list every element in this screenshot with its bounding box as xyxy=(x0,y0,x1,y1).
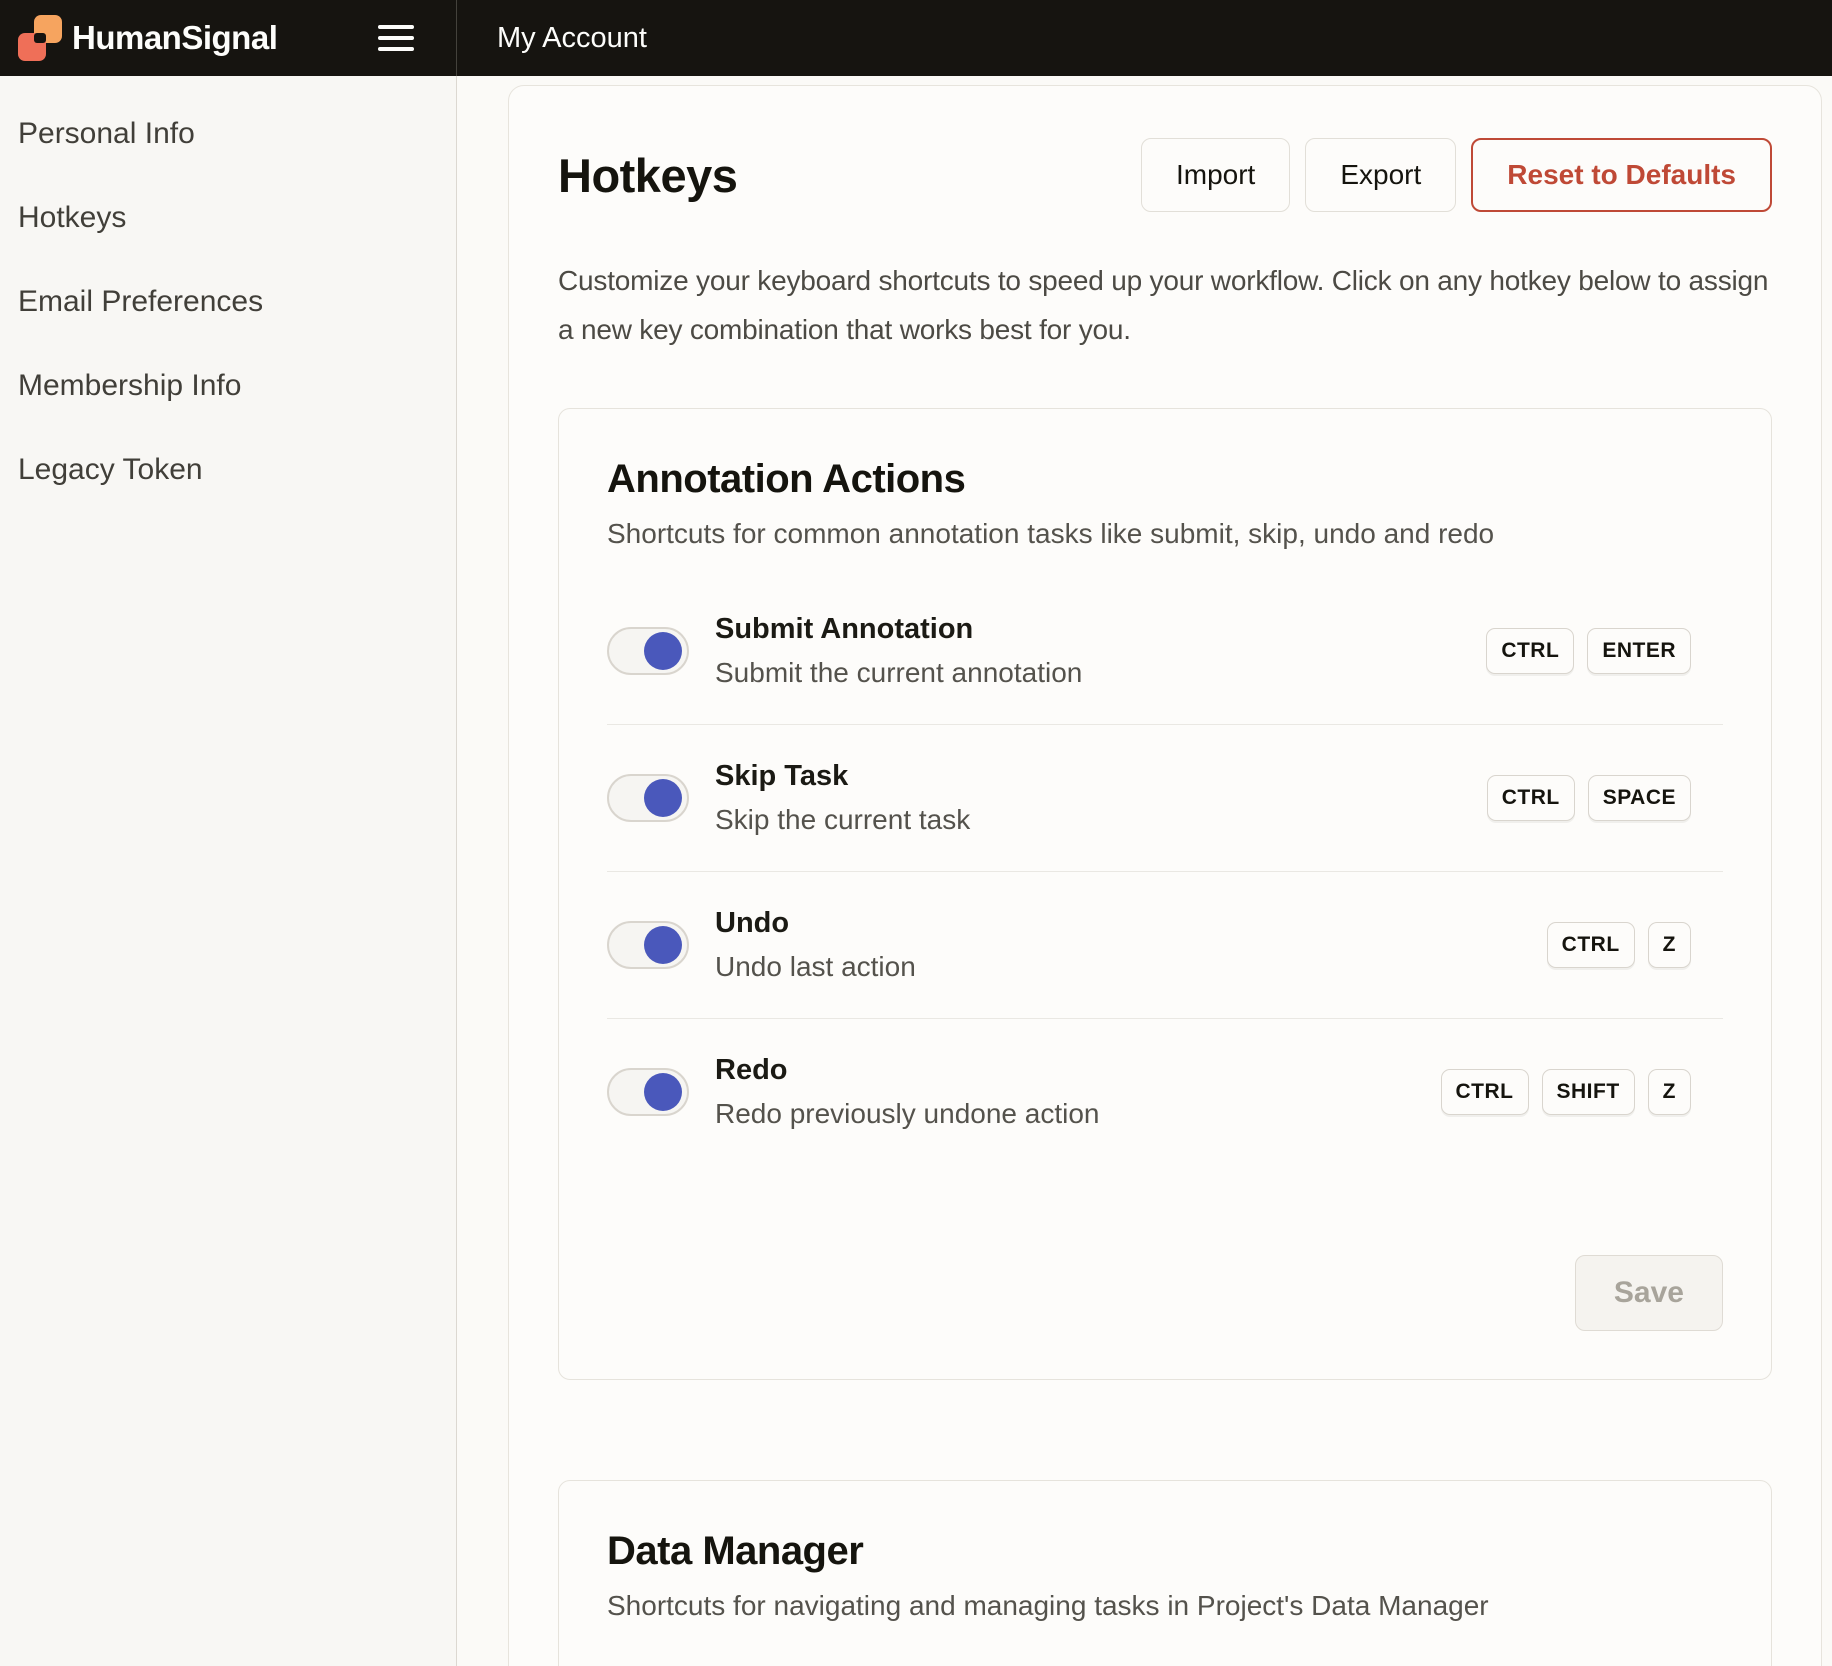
sidebar-item-label: Personal Info xyxy=(18,117,195,151)
sidebar-item-personal-info[interactable]: Personal Info xyxy=(0,92,456,176)
hotkey-row-submit-annotation: Submit Annotation Submit the current ann… xyxy=(607,578,1723,724)
hotkey-description: Skip the current task xyxy=(715,804,1461,836)
hotkey-keys: CTRL SHIFT Z xyxy=(1441,1069,1692,1115)
keycap-ctrl[interactable]: CTRL xyxy=(1487,775,1575,821)
hotkey-description: Undo last action xyxy=(715,951,1521,983)
topbar: HumanSignal My Account xyxy=(0,0,1832,76)
sidebar-item-membership-info[interactable]: Membership Info xyxy=(0,344,456,428)
main-content: Hotkeys Import Export Reset to Defaults … xyxy=(457,76,1832,1666)
hotkeys-description: Customize your keyboard shortcuts to spe… xyxy=(558,256,1772,354)
section-title: Data Manager xyxy=(607,1529,1723,1574)
page-title: My Account xyxy=(457,0,1832,76)
hotkey-description: Redo previously undone action xyxy=(715,1098,1415,1130)
toggle-redo[interactable] xyxy=(607,1068,689,1116)
sidebar: Personal Info Hotkeys Email Preferences … xyxy=(0,76,457,1666)
section-subtitle: Shortcuts for navigating and managing ta… xyxy=(607,1590,1723,1622)
sidebar-item-label: Membership Info xyxy=(18,369,241,403)
sidebar-item-label: Legacy Token xyxy=(18,453,203,487)
sidebar-item-legacy-token[interactable]: Legacy Token xyxy=(0,428,456,512)
keycap-ctrl[interactable]: CTRL xyxy=(1547,922,1635,968)
hotkey-title: Undo xyxy=(715,907,1521,940)
toggle-knob xyxy=(644,779,682,817)
hotkey-row-skip-task: Skip Task Skip the current task CTRL SPAC… xyxy=(607,724,1723,871)
sidebar-item-hotkeys[interactable]: Hotkeys xyxy=(0,176,456,260)
toggle-skip-task[interactable] xyxy=(607,774,689,822)
hotkey-keys: CTRL SPACE xyxy=(1487,775,1691,821)
section-subtitle: Shortcuts for common annotation tasks li… xyxy=(607,518,1723,550)
keycap-enter[interactable]: ENTER xyxy=(1587,628,1691,674)
topbar-brand-section: HumanSignal xyxy=(0,0,457,76)
brand-logo[interactable]: HumanSignal xyxy=(18,15,277,61)
keycap-z[interactable]: Z xyxy=(1648,922,1691,968)
save-button[interactable]: Save xyxy=(1575,1255,1723,1331)
import-button[interactable]: Import xyxy=(1141,138,1290,212)
toggle-submit-annotation[interactable] xyxy=(607,627,689,675)
keycap-z[interactable]: Z xyxy=(1648,1069,1691,1115)
hotkey-title: Redo xyxy=(715,1054,1415,1087)
hotkey-description: Submit the current annotation xyxy=(715,657,1460,689)
hotkey-title: Submit Annotation xyxy=(715,613,1460,646)
sidebar-item-label: Hotkeys xyxy=(18,201,126,235)
hotkey-row-redo: Redo Redo previously undone action CTRL S… xyxy=(607,1018,1723,1165)
hotkey-row-undo: Undo Undo last action CTRL Z xyxy=(607,871,1723,1018)
hotkeys-card: Hotkeys Import Export Reset to Defaults … xyxy=(508,85,1822,1666)
toggle-undo[interactable] xyxy=(607,921,689,969)
toggle-knob xyxy=(644,1073,682,1111)
humansignal-logo-icon xyxy=(18,15,62,61)
hotkeys-heading: Hotkeys xyxy=(558,148,737,203)
hamburger-icon[interactable] xyxy=(378,21,414,55)
keycap-ctrl[interactable]: CTRL xyxy=(1441,1069,1529,1115)
toggle-knob xyxy=(644,632,682,670)
section-title: Annotation Actions xyxy=(607,457,1723,502)
hotkey-keys: CTRL ENTER xyxy=(1486,628,1691,674)
section-card-annotation-actions: Annotation Actions Shortcuts for common … xyxy=(558,408,1772,1380)
keycap-space[interactable]: SPACE xyxy=(1588,775,1691,821)
export-button[interactable]: Export xyxy=(1305,138,1456,212)
reset-to-defaults-button[interactable]: Reset to Defaults xyxy=(1471,138,1772,212)
sidebar-item-label: Email Preferences xyxy=(18,285,263,319)
toggle-knob xyxy=(644,926,682,964)
hotkey-keys: CTRL Z xyxy=(1547,922,1691,968)
section-card-data-manager: Data Manager Shortcuts for navigating an… xyxy=(558,1480,1772,1666)
keycap-ctrl[interactable]: CTRL xyxy=(1486,628,1574,674)
hotkey-title: Skip Task xyxy=(715,760,1461,793)
keycap-shift[interactable]: SHIFT xyxy=(1542,1069,1635,1115)
sidebar-item-email-preferences[interactable]: Email Preferences xyxy=(0,260,456,344)
brand-name: HumanSignal xyxy=(72,19,277,57)
